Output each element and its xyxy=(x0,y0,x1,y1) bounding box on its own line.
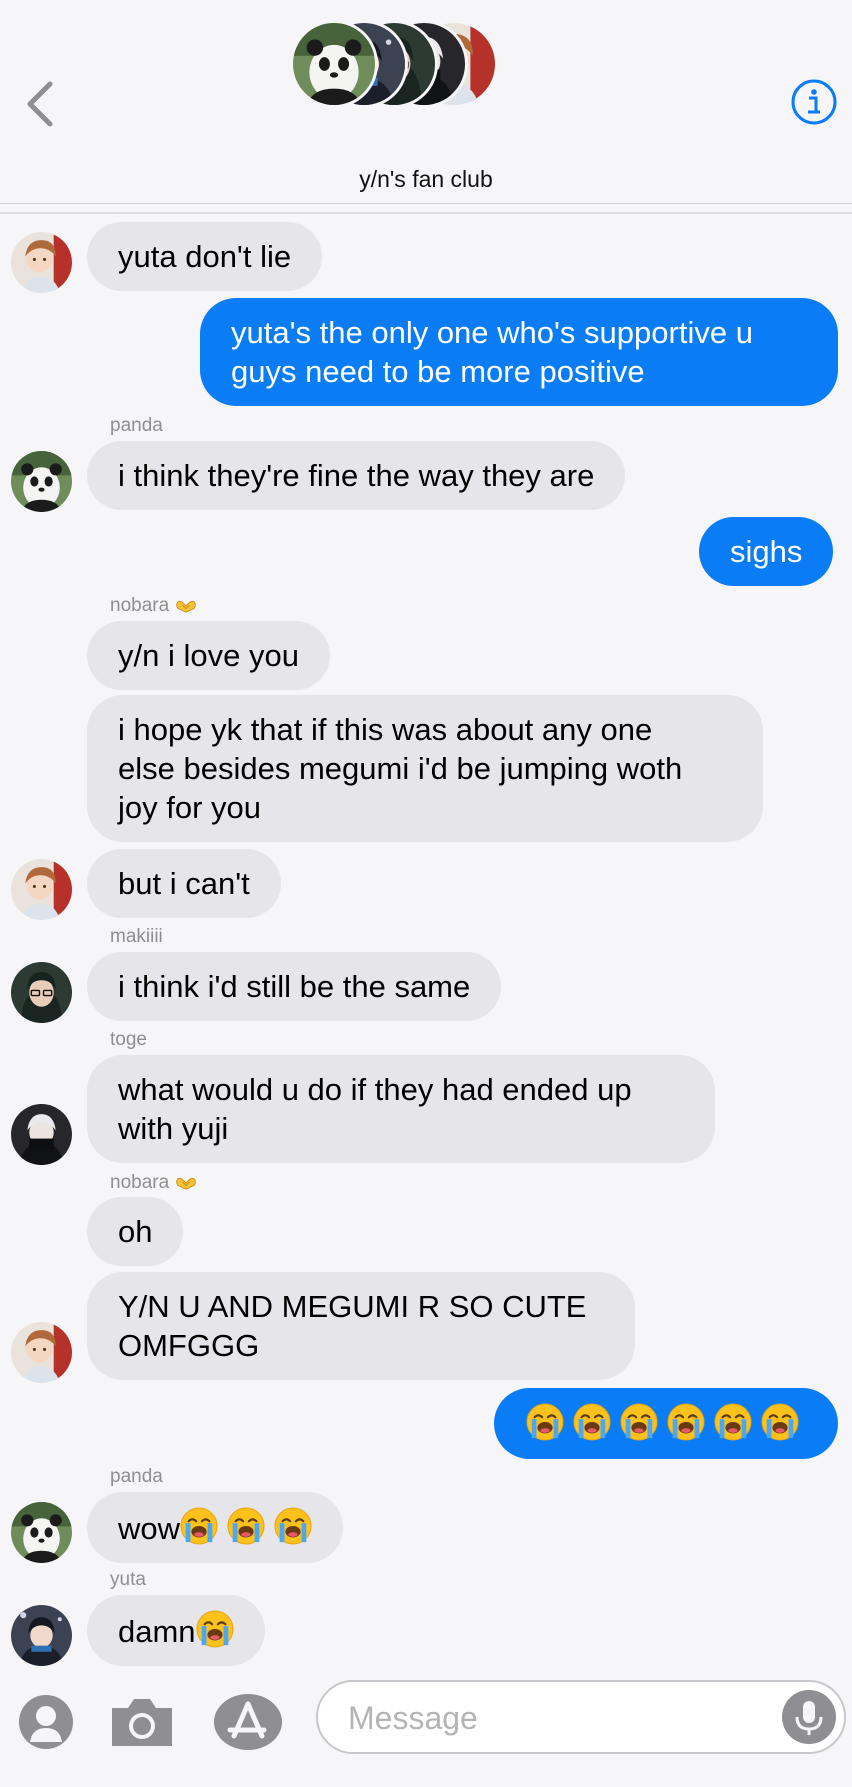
avatar-nobara[interactable] xyxy=(11,1322,72,1383)
message-text: damn xyxy=(118,1614,196,1649)
sender-name: panda xyxy=(110,1466,163,1487)
loudly-crying-face-icon xyxy=(667,1403,705,1441)
sender-name: nobara xyxy=(110,595,197,617)
avatar-panda[interactable] xyxy=(11,1502,72,1563)
message-bubble[interactable]: but i can't xyxy=(87,849,281,918)
message-bubble[interactable]: i hope yk that if this was about any one… xyxy=(87,695,763,842)
avatar-panda[interactable] xyxy=(11,451,72,512)
message-bubble-outgoing[interactable]: yuta's the only one who's supportive u g… xyxy=(200,298,838,406)
info-icon xyxy=(791,79,837,125)
message-bubble[interactable]: y/n i love you xyxy=(87,621,330,690)
avatar-toge[interactable] xyxy=(11,1104,72,1165)
avatar-nobara[interactable] xyxy=(11,232,72,293)
voice-input-button[interactable] xyxy=(782,1690,836,1744)
message-field[interactable] xyxy=(316,1680,846,1754)
avatar-nobara[interactable] xyxy=(11,859,72,920)
loudly-crying-face-icon xyxy=(620,1403,658,1441)
conversation-header: y/n's fan club xyxy=(0,0,852,204)
sender-name-text: nobara xyxy=(110,595,170,616)
message-line: joy for you xyxy=(118,790,262,825)
header-divider xyxy=(0,212,852,214)
message-bubble[interactable]: i think i'd still be the same xyxy=(87,952,502,1021)
loudly-crying-face-icon xyxy=(196,1610,234,1648)
message-bubble-outgoing[interactable]: sighs xyxy=(699,517,834,586)
message-bubble[interactable]: wow xyxy=(87,1492,344,1563)
info-button[interactable] xyxy=(790,78,838,126)
message-line: what would u do if they had ended up xyxy=(118,1072,632,1107)
message-bubble[interactable]: damn xyxy=(87,1595,265,1666)
avatar-yuta[interactable] xyxy=(11,1605,72,1666)
loudly-crying-face-icon xyxy=(180,1507,218,1545)
sender-name: nobara xyxy=(110,1172,197,1194)
message-line: else besides megumi i'd be jumping woth xyxy=(118,751,683,786)
loudly-crying-face-icon xyxy=(761,1403,799,1441)
person-icon xyxy=(19,1695,73,1749)
message-bubble[interactable]: what would u do if they had ended up wit… xyxy=(87,1055,715,1163)
message-bubble[interactable]: yuta don't lie xyxy=(87,222,323,291)
member-avatar-panda xyxy=(290,20,378,108)
loudly-crying-face-icon xyxy=(526,1403,564,1441)
message-bubble-outgoing[interactable] xyxy=(494,1388,838,1459)
microphone-icon xyxy=(795,1701,823,1735)
memoji-button[interactable] xyxy=(18,1694,74,1750)
sender-name: toge xyxy=(110,1029,147,1050)
back-button[interactable] xyxy=(20,76,60,132)
app-store-icon xyxy=(214,1694,282,1750)
message-line: OMFGGG xyxy=(118,1328,260,1363)
message-bubble[interactable]: i think they're fine the way they are xyxy=(87,441,626,510)
sender-name: yuta xyxy=(110,1569,146,1590)
group-name[interactable]: y/n's fan club xyxy=(0,166,852,193)
camera-icon xyxy=(112,1699,172,1746)
avatar-maki[interactable] xyxy=(11,962,72,1023)
sender-name: makiiii xyxy=(110,926,163,947)
message-line: i hope yk that if this was about any one xyxy=(118,712,653,747)
message-line: yuta's the only one who's supportive u xyxy=(231,315,753,350)
message-input[interactable] xyxy=(348,1696,768,1740)
loudly-crying-face-icon xyxy=(274,1507,312,1545)
loudly-crying-face-icon xyxy=(573,1403,611,1441)
sender-name-text: nobara xyxy=(110,1172,170,1193)
heart-hands-emoji-icon xyxy=(175,597,197,613)
group-avatar-stack[interactable] xyxy=(290,20,520,108)
message-bubble[interactable]: Y/N U AND MEGUMI R SO CUTE OMFGGG xyxy=(87,1272,635,1380)
heart-hands-emoji-icon xyxy=(175,1174,197,1190)
app-store-button[interactable] xyxy=(214,1692,284,1752)
message-line: guys need to be more positive xyxy=(231,354,645,389)
camera-button[interactable] xyxy=(108,1692,176,1752)
sender-name: panda xyxy=(110,415,163,436)
message-line: Y/N U AND MEGUMI R SO CUTE xyxy=(118,1289,587,1324)
loudly-crying-face-icon xyxy=(714,1403,752,1441)
compose-bar xyxy=(0,1672,852,1787)
loudly-crying-face-icon xyxy=(227,1507,265,1545)
message-line: with yuji xyxy=(118,1111,229,1146)
chevron-left-icon xyxy=(27,81,53,127)
message-bubble[interactable]: oh xyxy=(87,1197,184,1266)
message-text: wow xyxy=(118,1511,181,1546)
